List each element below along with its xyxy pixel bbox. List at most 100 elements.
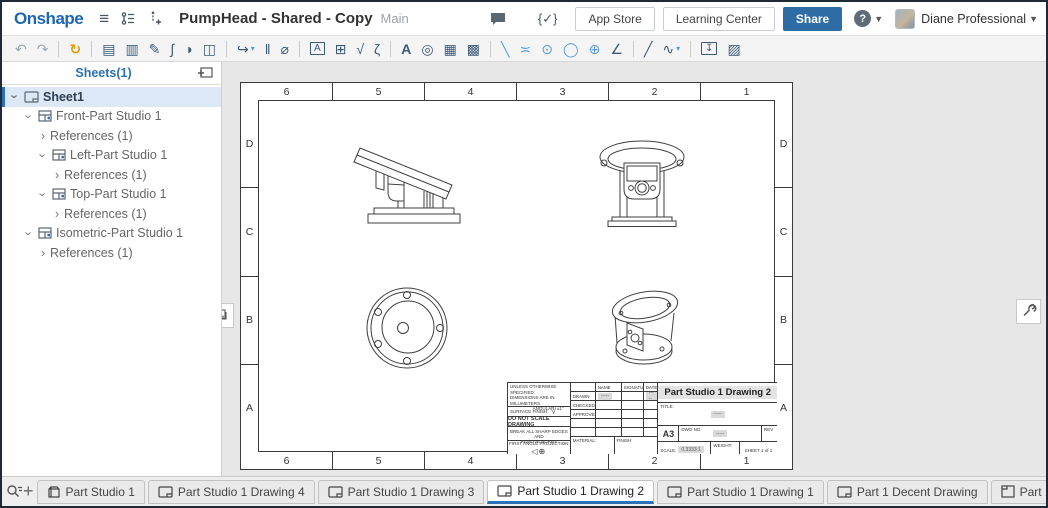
isometric-view[interactable] <box>599 281 688 375</box>
tab-part-studio-1-drawing-1[interactable]: Part Studio 1 Drawing 1 <box>657 480 824 504</box>
dropdown-caret-icon[interactable]: ▾ <box>676 38 680 60</box>
line-icon[interactable]: ╱ <box>639 38 657 60</box>
share-button[interactable]: Share <box>783 7 842 31</box>
auxiliary-view-icon[interactable]: ✎ <box>144 38 166 60</box>
bom-table-icon[interactable]: ▩ <box>462 38 485 60</box>
insert-view-icon[interactable]: ▤ <box>97 38 120 60</box>
user-caret-icon[interactable]: ▼ <box>1029 14 1038 24</box>
tab-part-1-decent-drawing-d[interactable]: Part 1 Decent Drawing.d... <box>991 480 1048 504</box>
chevron-right-icon[interactable]: › <box>36 128 50 143</box>
ordinate-dimension-icon[interactable]: ‖ <box>260 38 276 60</box>
chevron-down-icon[interactable]: › <box>36 187 51 201</box>
drawn-date-field[interactable]: ----- <box>646 392 658 400</box>
tree-item-left-part-studio-1[interactable]: ›Left-Part Studio 1 <box>2 146 221 166</box>
note-icon[interactable]: A <box>310 42 325 55</box>
title-field: TITLE: ----- <box>658 403 777 426</box>
left-view[interactable] <box>594 133 691 227</box>
toolbar-separator <box>226 41 227 57</box>
circular-center-mark-icon[interactable]: ◯ <box>558 38 584 60</box>
chevron-right-icon[interactable]: › <box>36 245 50 260</box>
tree-item-label: References (1) <box>50 246 133 260</box>
units-settings-icon[interactable] <box>148 11 161 26</box>
feature-script-icon[interactable]: {✓} <box>538 11 558 27</box>
help-icon[interactable]: ? <box>854 10 871 27</box>
sheets-panel-toggle[interactable] <box>222 303 234 328</box>
onshape-logo[interactable]: Onshape <box>14 9 83 29</box>
zone-rows-right: DCBA <box>775 100 792 452</box>
avatar[interactable] <box>895 9 915 29</box>
drawing-tab-icon <box>328 486 343 498</box>
help-caret-icon[interactable]: ▼ <box>874 14 883 24</box>
weld-symbol-icon[interactable]: ζ <box>369 38 385 60</box>
main-menu-icon[interactable]: ≡ <box>99 9 109 29</box>
chevron-down-icon[interactable]: › <box>8 90 23 104</box>
title-value-field[interactable]: ----- <box>711 411 725 418</box>
dimension-icon[interactable]: ↪▾ <box>232 38 260 60</box>
surface-finish-icon[interactable]: √ <box>351 38 369 60</box>
tab-part-studio-1-drawing-2[interactable]: Part Studio 1 Drawing 2 <box>487 480 654 504</box>
redo-icon[interactable]: ↷ <box>32 38 54 60</box>
drawing-name-field[interactable]: Part Studio 1 Drawing 2 <box>658 386 777 399</box>
chamfer-dimension-icon[interactable]: ∠ <box>605 38 628 60</box>
front-view[interactable] <box>346 124 479 233</box>
projected-view-icon[interactable]: ◫ <box>198 38 221 60</box>
drawing-properties-button[interactable] <box>1016 299 1041 324</box>
tree-item-front-part-studio-1[interactable]: ›Front-Part Studio 1 <box>2 107 221 127</box>
detail-balloon-icon[interactable]: ◎ <box>416 38 438 60</box>
callout-icon[interactable]: ⊞ <box>330 38 352 60</box>
tab-part-studio-1[interactable]: Part Studio 1 <box>37 480 145 504</box>
center-mark-arc-icon[interactable]: ⊙ <box>536 38 558 60</box>
chevron-right-icon[interactable]: › <box>50 167 64 182</box>
scale-value-field[interactable]: 0.3333:1 <box>678 446 703 453</box>
chevron-down-icon[interactable]: › <box>36 148 51 162</box>
tree-item-label: Isometric-Part Studio 1 <box>56 226 183 240</box>
section-view-icon[interactable]: ◑ <box>179 38 197 60</box>
update-views-icon[interactable]: ↻ <box>64 38 86 60</box>
spline-icon[interactable]: ∿▾ <box>657 38 685 60</box>
zone-row-label: A <box>775 364 792 452</box>
versions-history-icon[interactable] <box>121 11 136 26</box>
drawn-name-field[interactable]: ----- <box>598 393 612 400</box>
dwg-no-field[interactable]: ----- <box>713 430 727 437</box>
tree-item-references-2[interactable]: ›References (1) <box>2 165 221 185</box>
top-view[interactable] <box>364 284 453 373</box>
text-icon[interactable]: A <box>396 38 416 60</box>
tab-part-1-decent-drawing[interactable]: Part 1 Decent Drawing <box>827 480 988 504</box>
tab-part-studio-1-drawing-4[interactable]: Part Studio 1 Drawing 4 <box>148 480 315 504</box>
document-title[interactable]: PumpHead - Shared - Copy <box>179 10 372 27</box>
zone-column-label: 5 <box>332 83 424 100</box>
manage-tabs-icon[interactable] <box>6 480 23 504</box>
learning-center-button[interactable]: Learning Center <box>663 7 775 31</box>
add-sheet-icon[interactable] <box>197 67 213 80</box>
insert-new-tab-button[interactable]: + <box>23 480 34 504</box>
broken-section-icon[interactable]: ∫ <box>165 38 179 60</box>
drawing-sheet[interactable]: 654321 654321 DCBA DCBA <box>240 82 793 470</box>
chevron-down-icon[interactable]: › <box>22 226 37 240</box>
comment-icon[interactable] <box>490 12 506 26</box>
tree-item-references-4[interactable]: ›References (1) <box>2 243 221 263</box>
tree-item-isometric-part-studio-1[interactable]: › Isometric-Part Studio 1 <box>2 224 221 244</box>
weight-cell: WEIGHT: <box>710 442 739 454</box>
tree-item-references-3[interactable]: ›References (1) <box>2 204 221 224</box>
tab-part-studio-1-drawing-3[interactable]: Part Studio 1 Drawing 3 <box>318 480 485 504</box>
sheet-layout-icon[interactable]: ▥ <box>120 38 143 60</box>
tab-label: Part Studio 1 Drawing 2 <box>517 484 644 498</box>
user-menu[interactable]: Diane Professional <box>921 12 1026 26</box>
centerline-two-points-icon[interactable]: ╲ <box>496 38 514 60</box>
tree-item-sheet1[interactable]: ›Sheet1 <box>2 87 221 107</box>
undo-icon[interactable]: ↶ <box>10 38 32 60</box>
center-mark-icon[interactable]: ⊕ <box>584 38 606 60</box>
app-store-button[interactable]: App Store <box>575 7 654 31</box>
tree-item-top-part-studio-1[interactable]: ›Top-Part Studio 1 <box>2 185 221 205</box>
table-icon[interactable]: ▦ <box>439 38 462 60</box>
insert-image-icon[interactable]: ▨ <box>722 38 745 60</box>
workspace-name[interactable]: Main <box>381 11 409 26</box>
diameter-dimension-icon[interactable]: ⌀ <box>276 38 294 60</box>
centerline-icon[interactable]: ≍ <box>514 38 536 60</box>
export-dxf-icon[interactable]: ↧ <box>701 42 717 55</box>
chevron-down-icon[interactable]: › <box>22 109 37 123</box>
dropdown-caret-icon[interactable]: ▾ <box>251 38 255 60</box>
chevron-right-icon[interactable]: › <box>50 206 64 221</box>
tree-item-references-1[interactable]: ›References (1) <box>2 126 221 146</box>
drawing-canvas[interactable]: 654321 654321 DCBA DCBA <box>222 62 1046 476</box>
